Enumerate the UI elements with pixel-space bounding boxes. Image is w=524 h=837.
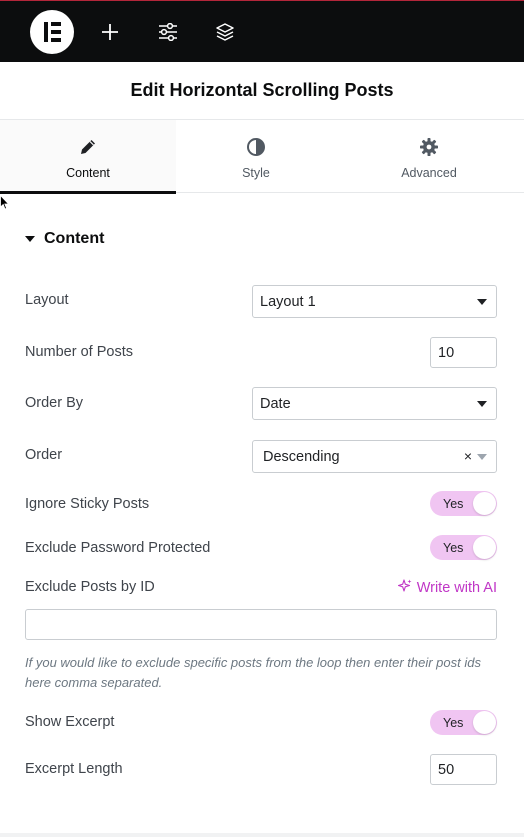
panel-header: Edit Horizontal Scrolling Posts <box>0 62 524 120</box>
write-with-ai-label: Write with AI <box>416 580 497 596</box>
ignore-sticky-label: Ignore Sticky Posts <box>25 496 150 512</box>
excerpt-length-input[interactable] <box>430 754 497 785</box>
order-label: Order <box>25 447 63 463</box>
layout-value: Layout 1 <box>260 294 316 310</box>
exclude-password-label: Exclude Password Protected <box>25 540 211 556</box>
toggle-value: Yes <box>443 497 464 511</box>
panel-tabs: Content Style Advanced <box>0 120 524 194</box>
panel-title: Edit Horizontal Scrolling Posts <box>130 80 394 100</box>
ignore-sticky-toggle[interactable]: Yes <box>430 491 497 516</box>
show-excerpt-label: Show Excerpt <box>25 714 115 730</box>
toggle-value: Yes <box>443 716 464 730</box>
sliders-icon[interactable] <box>153 17 183 47</box>
show-excerpt-toggle[interactable]: Yes <box>430 710 497 735</box>
number-of-posts-input[interactable] <box>430 337 497 368</box>
caret-down-icon <box>25 236 35 242</box>
pencil-icon <box>79 137 97 157</box>
dropdown-arrow-icon <box>477 401 487 407</box>
tab-advanced-label: Advanced <box>401 166 457 180</box>
excerpt-length-label: Excerpt Length <box>25 761 123 777</box>
order-by-select[interactable]: Date <box>252 387 497 420</box>
sparkle-icon <box>397 579 412 597</box>
panel-bottom-divider <box>0 833 524 837</box>
plus-icon[interactable] <box>95 17 125 47</box>
order-value: Descending <box>263 449 340 465</box>
layout-label: Layout <box>25 292 69 308</box>
section-content-toggle[interactable]: Content <box>25 230 104 248</box>
section-title: Content <box>44 230 105 247</box>
clear-icon[interactable]: × <box>464 448 472 464</box>
order-select[interactable]: Descending × <box>252 440 497 473</box>
write-with-ai-button[interactable]: Write with AI <box>397 579 497 597</box>
order-by-value: Date <box>260 396 291 412</box>
toggle-knob <box>473 536 496 559</box>
toggle-value: Yes <box>443 541 464 555</box>
tab-content-label: Content <box>66 166 110 180</box>
tab-style-label: Style <box>242 166 270 180</box>
number-of-posts-label: Number of Posts <box>25 344 133 360</box>
exclude-ids-help: If you would like to exclude specific po… <box>25 655 481 690</box>
exclude-ids-label: Exclude Posts by ID <box>25 579 155 595</box>
exclude-password-toggle[interactable]: Yes <box>430 535 497 560</box>
elementor-logo[interactable] <box>30 10 74 54</box>
half-circle-icon <box>246 137 266 157</box>
toggle-knob <box>473 492 496 515</box>
toggle-knob <box>473 711 496 734</box>
tab-content[interactable]: Content <box>0 120 176 194</box>
layout-select[interactable]: Layout 1 <box>252 285 497 318</box>
editor-top-bar <box>0 0 524 62</box>
tab-advanced[interactable]: Advanced <box>336 120 522 193</box>
dropdown-arrow-icon <box>477 299 487 305</box>
tab-style[interactable]: Style <box>176 120 336 193</box>
mouse-cursor-icon <box>0 194 10 216</box>
order-by-label: Order By <box>25 395 84 411</box>
dropdown-arrow-icon <box>477 454 487 460</box>
gear-icon <box>419 137 439 157</box>
layers-icon[interactable] <box>210 17 240 47</box>
exclude-ids-input[interactable] <box>25 609 497 640</box>
